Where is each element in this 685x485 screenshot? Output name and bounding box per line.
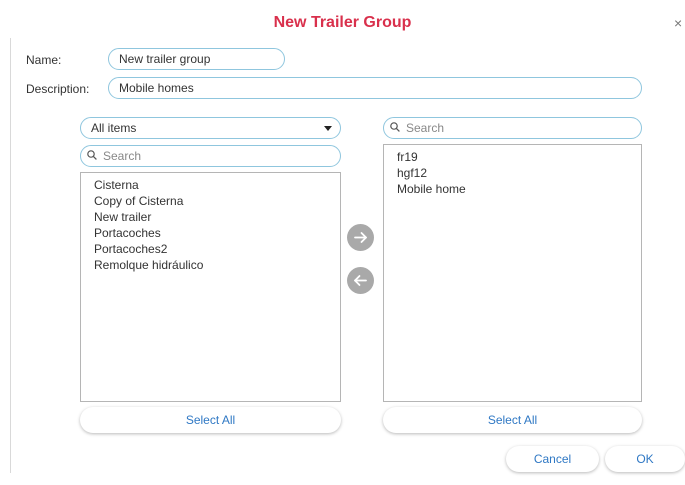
ok-button[interactable]: OK xyxy=(605,446,685,472)
list-item[interactable]: Copy of Cisterna xyxy=(81,193,340,209)
search-icon xyxy=(390,122,400,132)
remove-from-group-button[interactable] xyxy=(347,267,374,294)
list-item[interactable]: Mobile home xyxy=(384,181,641,197)
select-all-group-button[interactable]: Select All xyxy=(383,407,642,433)
group-items-list[interactable]: fr19 hgf12 Mobile home xyxy=(383,144,642,402)
cancel-button[interactable]: Cancel xyxy=(506,446,599,472)
name-label: Name: xyxy=(26,53,62,67)
filter-select-value: All items xyxy=(91,121,137,135)
new-trailer-group-dialog: New Trailer Group × Name: New trailer gr… xyxy=(0,0,685,485)
available-search-input[interactable]: Search xyxy=(80,145,341,167)
list-item[interactable]: fr19 xyxy=(384,149,641,165)
list-item[interactable]: New trailer xyxy=(81,209,340,225)
filter-select[interactable]: All items xyxy=(80,117,341,139)
group-search-input[interactable]: Search xyxy=(383,117,642,139)
select-all-available-button[interactable]: Select All xyxy=(80,407,341,433)
add-to-group-button[interactable] xyxy=(347,224,374,251)
description-input[interactable]: Mobile homes xyxy=(108,77,642,99)
available-items-list[interactable]: Cisterna Copy of Cisterna New trailer Po… xyxy=(80,172,341,402)
dialog-title: New Trailer Group xyxy=(273,14,412,31)
arrow-left-icon xyxy=(354,275,367,286)
list-item[interactable]: Portacoches xyxy=(81,225,340,241)
chevron-down-icon xyxy=(324,126,332,131)
name-input-value: New trailer group xyxy=(119,52,211,66)
dialog-left-border xyxy=(10,38,11,473)
group-search-placeholder: Search xyxy=(406,121,445,135)
list-item[interactable]: Cisterna xyxy=(81,177,340,193)
description-input-value: Mobile homes xyxy=(119,81,194,95)
available-search-placeholder: Search xyxy=(103,149,142,163)
list-item[interactable]: Remolque hidráulico xyxy=(81,257,340,273)
list-item[interactable]: Portacoches2 xyxy=(81,241,340,257)
list-item[interactable]: hgf12 xyxy=(384,165,641,181)
description-label: Description: xyxy=(26,82,90,96)
close-icon[interactable]: × xyxy=(674,16,682,30)
arrow-right-icon xyxy=(354,232,367,243)
name-input[interactable]: New trailer group xyxy=(108,48,285,70)
search-icon xyxy=(87,150,97,160)
